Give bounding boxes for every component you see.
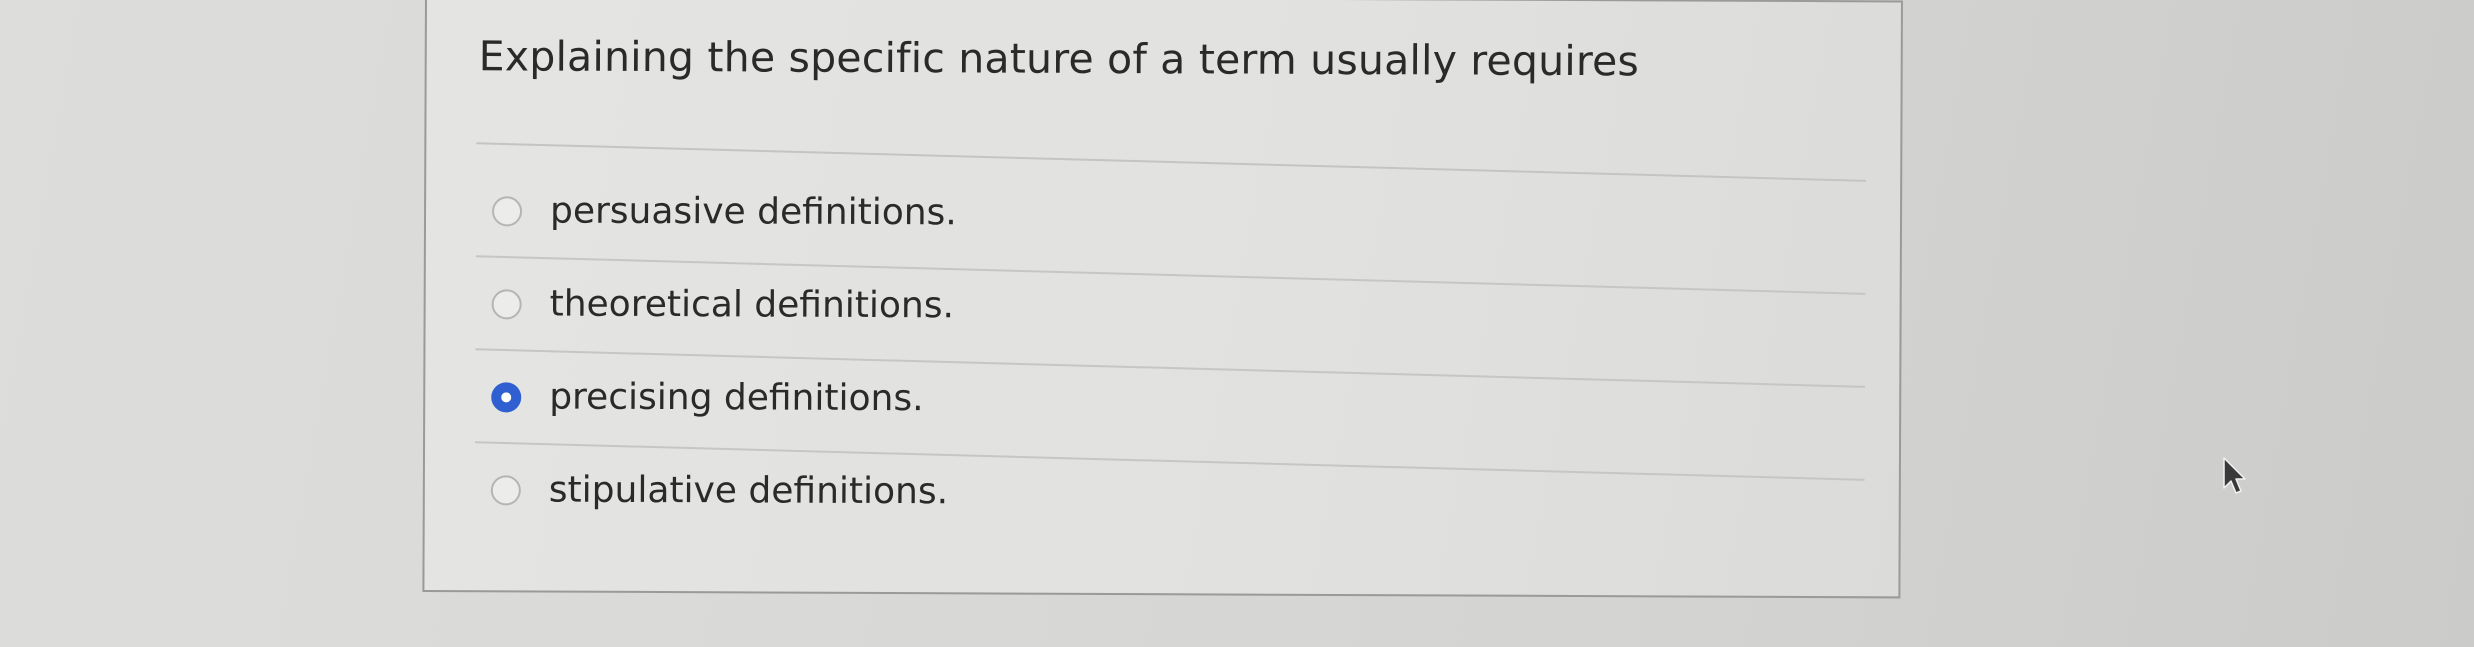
answer-option-label: precising definitions. <box>549 376 924 420</box>
answer-option-label: stipulative definitions. <box>548 469 949 513</box>
answer-option-label: persuasive definitions. <box>549 190 957 234</box>
question-text: Explaining the specific nature of a term… <box>478 32 1640 86</box>
answer-option-precising[interactable]: precising definitions. <box>475 350 1865 481</box>
radio-button-selected[interactable] <box>491 381 522 412</box>
radio-button[interactable] <box>491 288 522 319</box>
radio-button[interactable] <box>491 195 523 226</box>
answer-options: persuasive definitions. theoretical defi… <box>475 164 1867 542</box>
radio-button[interactable] <box>490 474 521 505</box>
answer-option-theoretical[interactable]: theoretical definitions. <box>475 257 1865 388</box>
answer-option-label: theoretical definitions. <box>549 283 955 327</box>
mouse-pointer-icon <box>2223 457 2246 494</box>
answer-option-stipulative[interactable]: stipulative definitions. <box>475 443 1865 542</box>
answer-option-persuasive[interactable]: persuasive definitions. <box>475 164 1866 295</box>
question-card: Explaining the specific nature of a term… <box>422 0 1903 599</box>
